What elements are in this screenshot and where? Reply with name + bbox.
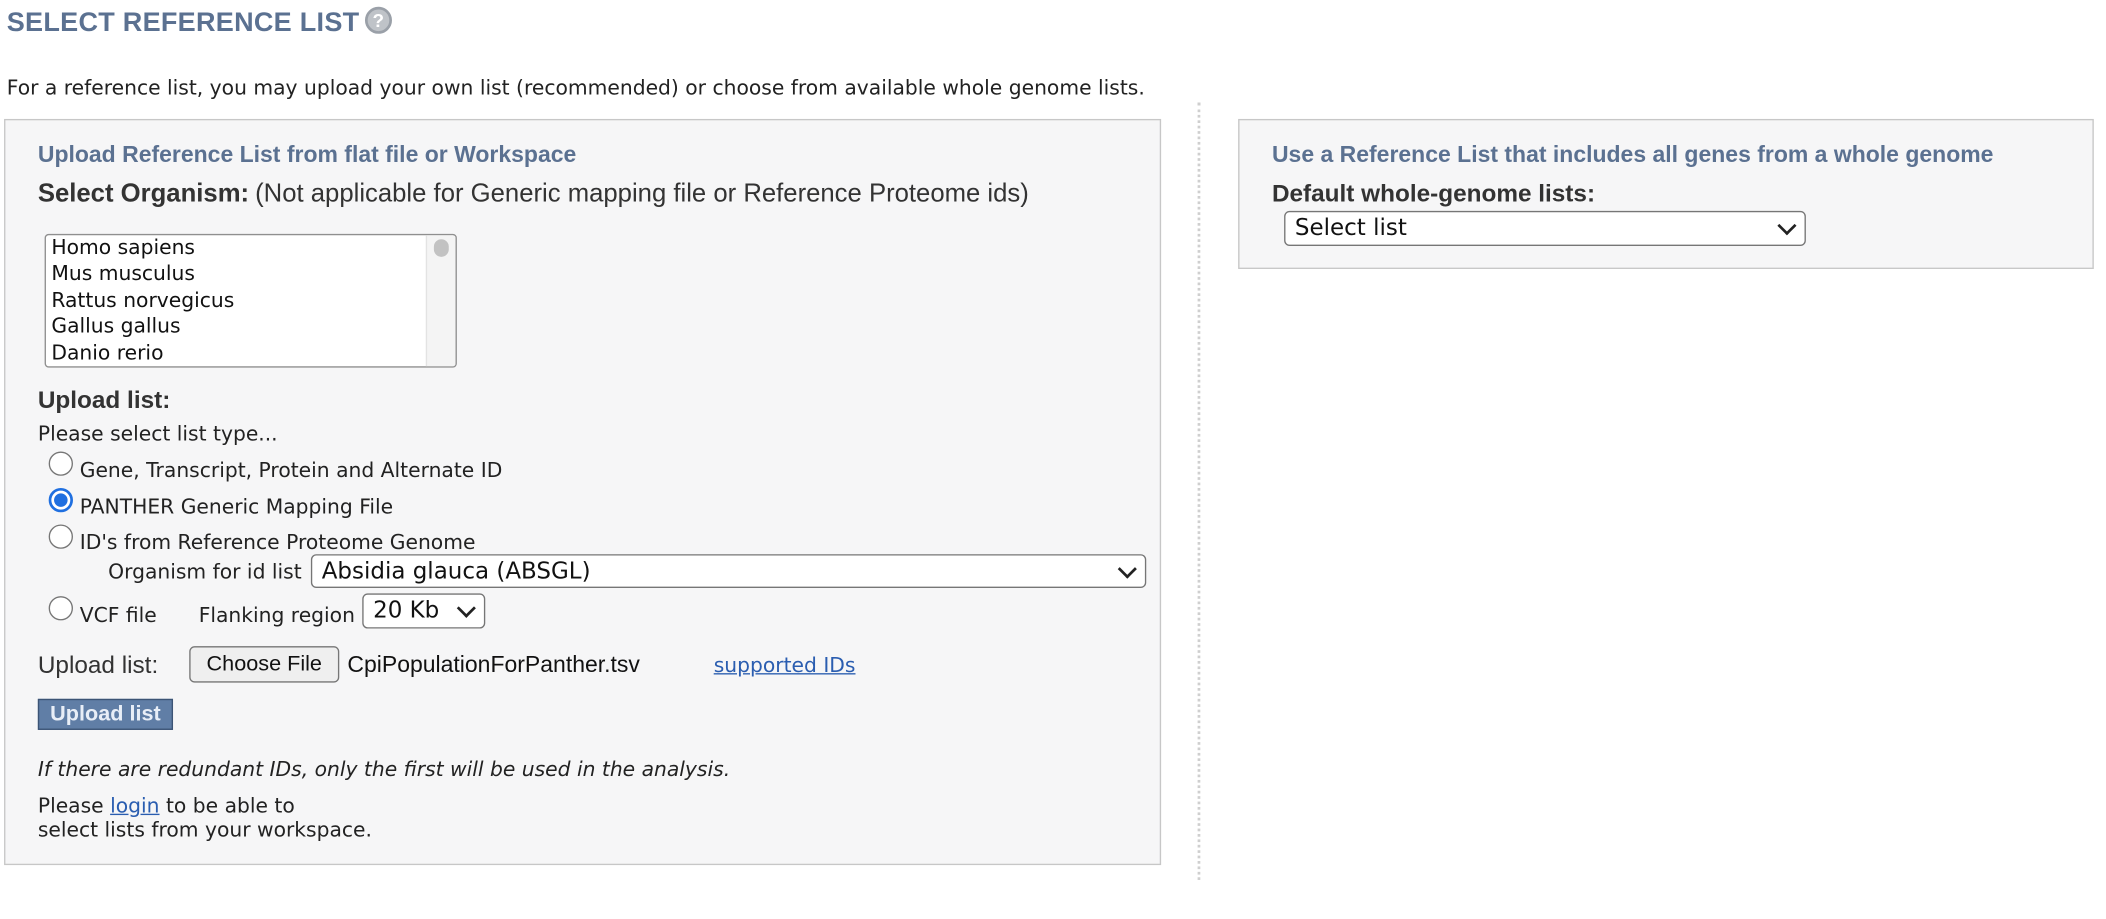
default-lists-label: Default whole-genome lists: [1271,179,1596,207]
panel-divider [1197,102,1201,880]
upload-label: Upload list: [37,651,159,679]
help-icon[interactable]: ? [364,6,392,34]
page-header: SELECT REFERENCE LIST ? [6,6,392,39]
radio-reference-proteome[interactable] [48,524,73,549]
login-note-line2: select lists from your workspace. [37,817,372,843]
supported-ids-link[interactable]: supported IDs [714,653,856,677]
organism-label: Select Organism: [37,179,250,209]
organism-note: (Not applicable for Generic mapping file… [255,179,1029,209]
organism-option[interactable]: Gallus gallus [46,314,456,340]
organism-for-id-value: Absidia glauca (ABSGL) [321,557,591,585]
flanking-region-value: 20 Kb [373,597,440,625]
selected-file-name: CpiPopulationForPanther.tsv [347,651,640,678]
login-note: Please login to be able to [38,793,295,817]
radio-reference-proteome-label: ID's from Reference Proteome Genome [79,529,476,555]
organism-option[interactable]: Danio rerio [46,340,456,366]
login-link[interactable]: login [110,793,159,817]
organism-label-row: Select Organism: (Not applicable for Gen… [38,180,1029,210]
radio-gene-id-label: Gene, Transcript, Protein and Alternate … [79,458,503,483]
radio-gene-id[interactable] [48,451,73,476]
organism-listbox[interactable]: Homo sapiens Mus musculus Rattus norvegi… [44,233,457,368]
upload-list-button[interactable]: Upload list [37,698,174,730]
redundant-ids-note: If there are redundant IDs, only the fir… [37,756,731,782]
listbox-scrollbar[interactable] [425,235,456,367]
page-title: SELECT REFERENCE LIST [6,8,360,38]
choose-file-button[interactable]: Choose File [189,646,340,683]
organism-option[interactable]: Mus musculus [46,261,456,287]
list-type-prompt: Please select list type... [37,421,278,447]
login-prefix: Please [37,793,104,818]
organism-option[interactable]: Rattus norvegicus [46,288,456,314]
chevron-down-icon [1117,558,1137,578]
intro-text: For a reference list, you may upload you… [6,75,1145,101]
upload-panel: Upload Reference List from flat file or … [4,118,1162,866]
radio-vcf-file-label: VCF file [79,602,157,628]
radio-vcf-file[interactable] [48,596,73,621]
flanking-region-label: Flanking region [198,602,355,628]
whole-genome-select-value: Select list [1294,214,1407,242]
radio-panther-mapping-label: PANTHER Generic Mapping File [79,494,394,520]
radio-panther-mapping[interactable] [48,487,73,513]
whole-genome-panel: Use a Reference List that includes all g… [1238,118,2094,269]
whole-genome-heading: Use a Reference List that includes all g… [1271,141,1994,168]
organism-option[interactable]: Homo sapiens [46,235,456,261]
chevron-down-icon [456,598,476,618]
flanking-region-select[interactable]: 20 Kb [362,593,486,629]
whole-genome-list-select[interactable]: Select list [1284,210,1806,247]
login-suffix: to be able to [165,793,295,818]
page: SELECT REFERENCE LIST ? For a reference … [0,0,2106,919]
upload-list-heading: Upload list: [37,386,171,414]
scrollbar-thumb[interactable] [433,239,449,257]
organism-for-id-label: Organism for id list [108,559,302,584]
organism-for-id-select[interactable]: Absidia glauca (ABSGL) [310,554,1147,588]
upload-panel-heading: Upload Reference List from flat file or … [37,141,577,168]
chevron-down-icon [1777,216,1797,236]
